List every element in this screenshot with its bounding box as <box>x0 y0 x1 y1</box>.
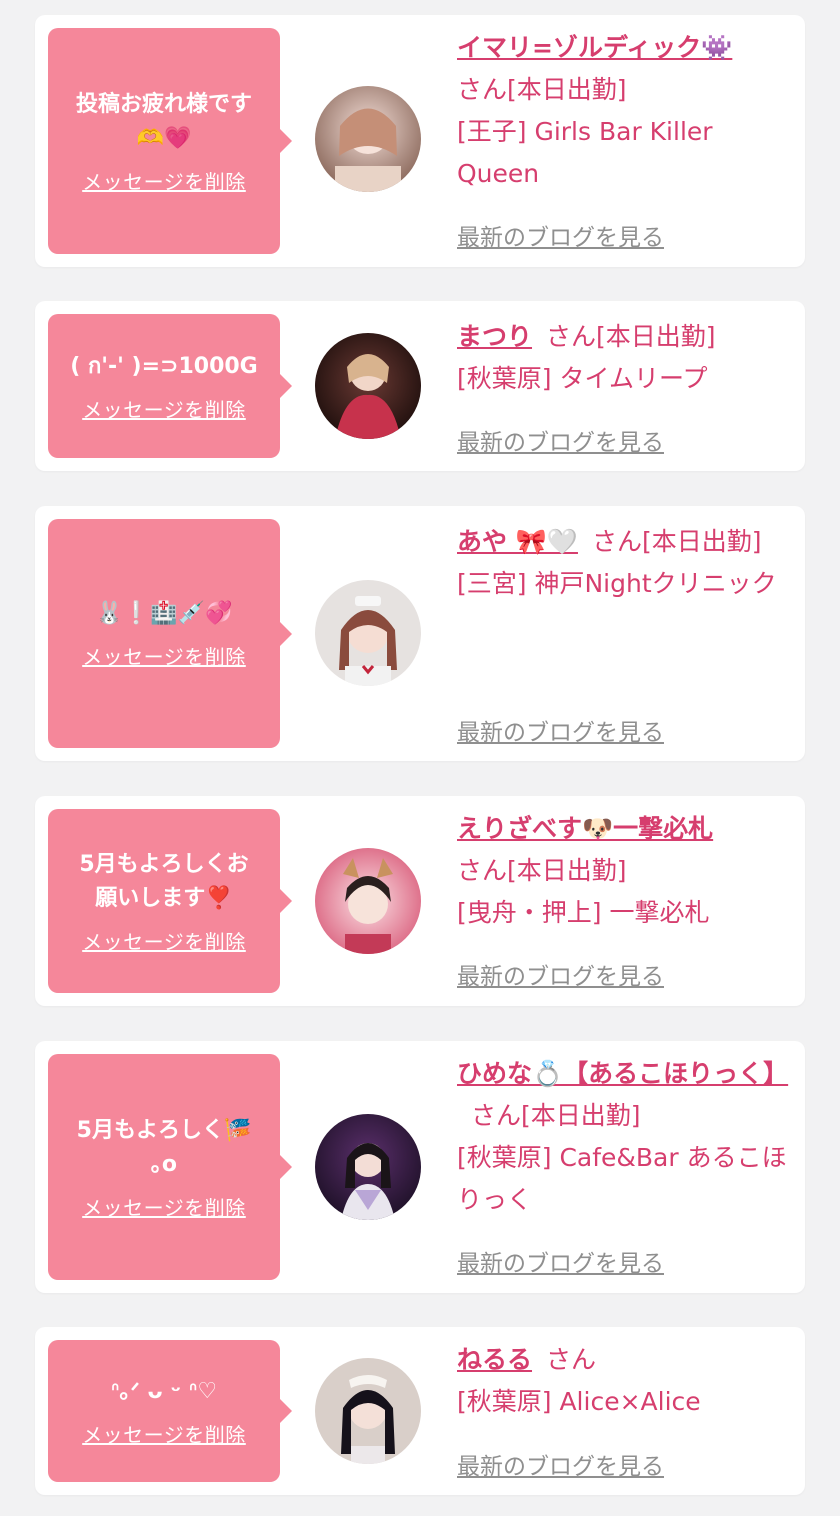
message-bubble: 5月もよろしく🎏 ｡o メッセージを削除 <box>48 1054 292 1280</box>
delete-message-link[interactable]: メッセージを削除 <box>82 1419 246 1448</box>
store-link[interactable]: [秋葉原] Alice×Alice <box>457 1381 787 1423</box>
latest-blog-link[interactable]: 最新のブログを見る <box>457 957 664 991</box>
cast-status: さん[本日出勤] <box>591 527 762 556</box>
delete-message-link[interactable]: メッセージを削除 <box>82 926 246 955</box>
latest-blog-link[interactable]: 最新のブログを見る <box>457 218 664 252</box>
message-text: 5月もよろしく🎏 ｡o <box>76 1117 252 1177</box>
message-bubble: ᐢ｡ᐟ ᴗ ᵕ ᐢ♡ メッセージを削除 <box>48 1340 292 1482</box>
delete-message-link[interactable]: メッセージを削除 <box>82 641 246 670</box>
message-bubble: 🐰❕🏥💉💞 メッセージを削除 <box>48 519 292 748</box>
latest-blog-link[interactable]: 最新のブログを見る <box>457 1447 664 1481</box>
cast-name-link[interactable]: えりざべす🐶一撃必札 <box>457 814 713 843</box>
delete-message-link[interactable]: メッセージを削除 <box>82 166 246 195</box>
message-card: 🐰❕🏥💉💞 メッセージを削除 あや 🎀🤍 さん[本日出勤] [三宮] 神戸Nigh… <box>35 506 805 761</box>
latest-blog-link[interactable]: 最新のブログを見る <box>457 423 664 457</box>
cast-info: ひめな💍【あるこほりっく】さん[本日出勤] [秋葉原] Cafe&Bar あるこ… <box>457 1053 788 1221</box>
cast-status: さん[本日出勤] <box>471 1101 641 1130</box>
cast-name-link[interactable]: ねるる <box>457 1345 532 1374</box>
cast-status: さん[本日出勤] <box>546 322 716 351</box>
delete-message-link[interactable]: メッセージを削除 <box>82 394 246 423</box>
message-card: 5月もよろしくお 願いします❣️ メッセージを削除 えりざべす🐶一撃必札 さん[… <box>35 796 805 1006</box>
message-bubble: ( ก'-' )=⊃1000G メッセージを削除 <box>48 314 292 458</box>
cast-name-link[interactable]: ひめな💍【あるこほりっく】 <box>457 1059 788 1088</box>
cast-name-link[interactable]: あや 🎀🤍 <box>457 527 578 556</box>
message-card: ᐢ｡ᐟ ᴗ ᵕ ᐢ♡ メッセージを削除 ねるる さん [秋葉原] Alice×Al… <box>35 1327 805 1495</box>
message-text: 投稿お疲れ様です 🫶💗 <box>75 91 252 151</box>
latest-blog-link[interactable]: 最新のブログを見る <box>457 713 664 747</box>
cast-status: さん[本日出勤] <box>457 75 627 104</box>
cast-info: まつり さん[本日出勤] [秋葉原] タイムリープ <box>457 316 787 400</box>
cast-info: えりざべす🐶一撃必札 さん[本日出勤] [曳舟・押上] 一撃必札 <box>457 808 787 934</box>
message-bubble: 5月もよろしくお 願いします❣️ メッセージを削除 <box>48 809 292 993</box>
delete-message-link[interactable]: メッセージを削除 <box>82 1192 246 1221</box>
store-link[interactable]: [王子] Girls Bar Killer Queen <box>457 111 787 195</box>
message-card: 投稿お疲れ様です 🫶💗 メッセージを削除 イマリ=ゾルディック👾 さん[本日出勤… <box>35 15 805 267</box>
avatar[interactable] <box>315 86 421 192</box>
message-text: ᐢ｡ᐟ ᴗ ᵕ ᐢ♡ <box>110 1378 218 1404</box>
message-text: ( ก'-' )=⊃1000G <box>70 353 258 379</box>
cast-name-link[interactable]: まつり <box>457 322 532 351</box>
store-link[interactable]: [三宮] 神戸Nightクリニック <box>457 563 787 605</box>
store-link[interactable]: [秋葉原] Cafe&Bar あるこほりっく <box>457 1137 787 1221</box>
message-card: 5月もよろしく🎏 ｡o メッセージを削除 ひめな💍【あるこほりっく】さん[本日出… <box>35 1041 805 1293</box>
message-bubble: 投稿お疲れ様です 🫶💗 メッセージを削除 <box>48 28 292 254</box>
avatar[interactable] <box>315 848 421 954</box>
store-link[interactable]: [秋葉原] タイムリープ <box>457 358 787 400</box>
cast-info: イマリ=ゾルディック👾 さん[本日出勤] [王子] Girls Bar Kill… <box>457 27 787 195</box>
store-link[interactable]: [曳舟・押上] 一撃必札 <box>457 892 787 934</box>
avatar[interactable] <box>315 333 421 439</box>
message-card: ( ก'-' )=⊃1000G メッセージを削除 まつり さん[本日出勤] [秋葉… <box>35 301 805 471</box>
avatar[interactable] <box>315 1358 421 1464</box>
cast-status: さん[本日出勤] <box>457 856 627 885</box>
message-text: 🐰❕🏥💉💞 <box>95 601 233 626</box>
avatar[interactable] <box>315 580 421 686</box>
cast-info: ねるる さん [秋葉原] Alice×Alice <box>457 1339 787 1423</box>
cast-name-link[interactable]: イマリ=ゾルディック👾 <box>457 33 732 62</box>
avatar[interactable] <box>315 1114 421 1220</box>
message-text: 5月もよろしくお 願いします❣️ <box>79 851 249 911</box>
cast-info: あや 🎀🤍 さん[本日出勤] [三宮] 神戸Nightクリニック <box>457 521 787 605</box>
cast-status: さん <box>546 1345 597 1374</box>
latest-blog-link[interactable]: 最新のブログを見る <box>457 1244 664 1278</box>
